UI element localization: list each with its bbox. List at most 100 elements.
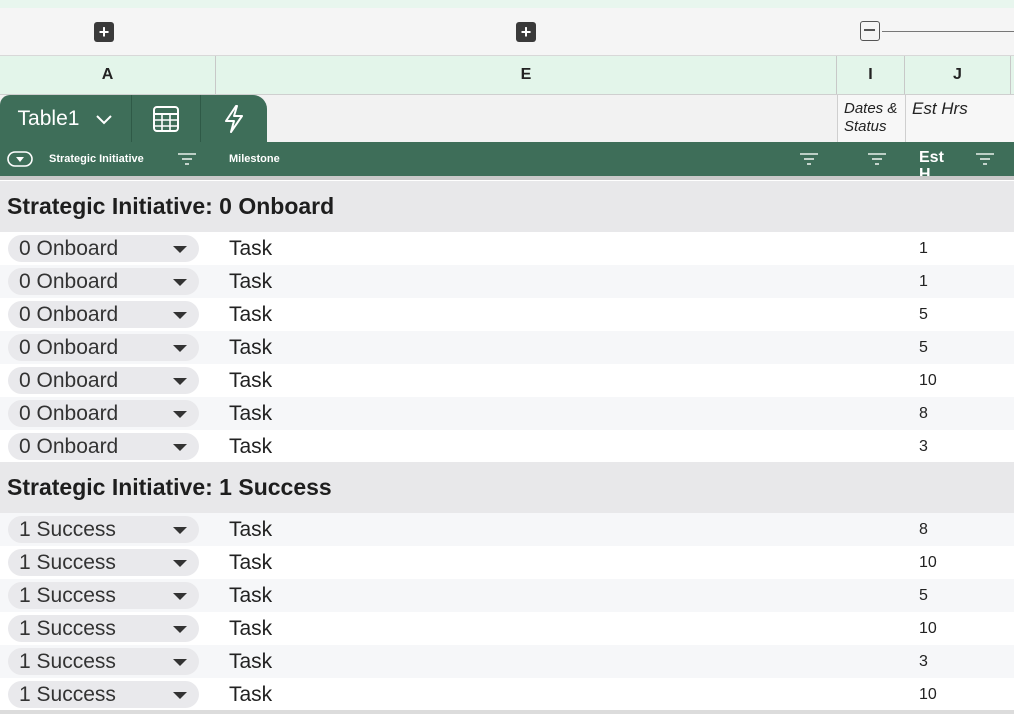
table-row[interactable]: 1 Success Task 5 — [0, 579, 1014, 612]
triangle-down-icon — [173, 527, 187, 534]
initiative-value: 1 Success — [19, 649, 116, 673]
filter-icon[interactable] — [177, 152, 197, 166]
group-header-1-success[interactable]: Strategic Initiative: 1 Success — [0, 462, 1014, 513]
milestone-cell[interactable]: Task — [229, 265, 272, 298]
initiative-select[interactable]: 1 Success — [8, 648, 199, 675]
est-hrs-field-header[interactable]: Est H — [919, 142, 959, 176]
milestone-cell[interactable]: Task — [229, 612, 272, 645]
initiative-select[interactable]: 0 Onboard — [8, 268, 199, 295]
initiative-select[interactable]: 0 Onboard — [8, 334, 199, 361]
est-hrs-cell[interactable]: 10 — [919, 546, 937, 579]
table-row[interactable]: 1 Success Task 10 — [0, 612, 1014, 645]
strategic-initiative-field-header[interactable]: Strategic Initiative — [49, 142, 144, 176]
initiative-select[interactable]: 1 Success — [8, 549, 199, 576]
triangle-down-icon — [173, 560, 187, 567]
table-row[interactable]: 1 Success Task 3 — [0, 645, 1014, 678]
est-hrs-cell[interactable]: 5 — [919, 579, 928, 612]
triangle-down-icon — [173, 246, 187, 253]
table-row[interactable]: 0 Onboard Task 8 — [0, 397, 1014, 430]
initiative-value: 0 Onboard — [19, 302, 119, 326]
column-j-meta-header[interactable]: Est Hrs — [905, 95, 1014, 142]
milestone-cell[interactable]: Task — [229, 645, 272, 678]
est-hrs-field-label: Est H — [919, 149, 944, 176]
est-hrs-cell[interactable]: 10 — [919, 678, 937, 711]
filter-icon[interactable] — [975, 152, 995, 166]
column-letter-a[interactable]: A — [0, 56, 216, 94]
initiative-select[interactable]: 1 Success — [8, 516, 199, 543]
initiative-select[interactable]: 0 Onboard — [8, 367, 199, 394]
est-hrs-cell[interactable]: 8 — [919, 397, 928, 430]
table-row[interactable]: 0 Onboard Task 5 — [0, 331, 1014, 364]
milestone-cell[interactable]: Task — [229, 232, 272, 265]
minus-box-icon — [864, 29, 875, 31]
table-row[interactable]: 0 Onboard Task 10 — [0, 364, 1014, 397]
initiative-select[interactable]: 0 Onboard — [8, 301, 199, 328]
milestone-cell[interactable]: Task — [229, 579, 272, 612]
milestone-cell[interactable]: Task — [229, 397, 272, 430]
dropdown-circle-icon[interactable] — [7, 151, 33, 167]
initiative-select[interactable]: 0 Onboard — [8, 235, 199, 262]
initiative-select[interactable]: 1 Success — [8, 681, 199, 708]
initiative-value: 0 Onboard — [19, 236, 119, 260]
triangle-down-icon — [173, 411, 187, 418]
table-row[interactable]: 0 Onboard Task 5 — [0, 298, 1014, 331]
expand-group-e-button[interactable]: + — [516, 22, 536, 42]
est-hrs-cell[interactable]: 1 — [919, 232, 928, 265]
table-row[interactable]: 1 Success Task 8 — [0, 513, 1014, 546]
initiative-value: 0 Onboard — [19, 368, 119, 392]
column-i-meta-header[interactable]: Dates & Status — [837, 95, 905, 142]
triangle-down-icon — [173, 345, 187, 352]
initiative-select[interactable]: 0 Onboard — [8, 433, 199, 460]
initiative-select[interactable]: 0 Onboard — [8, 400, 199, 427]
filter-icon[interactable] — [867, 152, 887, 166]
collapse-group-i-button[interactable] — [860, 21, 880, 41]
plus-box-icon: + — [520, 22, 532, 42]
table-row[interactable]: 1 Success Task 10 — [0, 678, 1014, 711]
column-letter-e[interactable]: E — [216, 56, 837, 94]
milestone-cell[interactable]: Task — [229, 364, 272, 397]
initiative-select[interactable]: 1 Success — [8, 582, 199, 609]
top-strip — [0, 0, 1014, 8]
est-hrs-cell[interactable]: 10 — [919, 364, 937, 397]
milestone-cell[interactable]: Task — [229, 430, 272, 463]
est-hrs-cell[interactable]: 3 — [919, 430, 928, 463]
milestone-cell[interactable]: Task — [229, 298, 272, 331]
milestone-cell[interactable]: Task — [229, 513, 272, 546]
automations-tab[interactable] — [201, 95, 267, 142]
initiative-value: 0 Onboard — [19, 401, 119, 425]
column-i-meta-label: Dates & Status — [844, 100, 898, 135]
est-hrs-cell[interactable]: 10 — [919, 612, 937, 645]
group-header-0-onboard[interactable]: Strategic Initiative: 0 Onboard — [0, 181, 1014, 232]
milestone-cell[interactable]: Task — [229, 678, 272, 711]
filter-icon[interactable] — [799, 152, 819, 166]
calculator-icon — [153, 105, 179, 132]
table-row[interactable]: 0 Onboard Task 3 — [0, 430, 1014, 463]
est-hrs-cell[interactable]: 3 — [919, 645, 928, 678]
initiative-value: 0 Onboard — [19, 269, 119, 293]
column-letter-i[interactable]: I — [837, 56, 905, 94]
milestone-cell[interactable]: Task — [229, 331, 272, 364]
triangle-down-icon — [173, 312, 187, 319]
table-name-tab[interactable]: Table1 — [0, 95, 131, 142]
initiative-value: 1 Success — [19, 682, 116, 706]
initiative-select[interactable]: 1 Success — [8, 615, 199, 642]
triangle-down-icon — [173, 279, 187, 286]
table-row[interactable]: 0 Onboard Task 1 — [0, 232, 1014, 265]
table-row[interactable]: 1 Success Task 10 — [0, 546, 1014, 579]
column-letter-j[interactable]: J — [905, 56, 1011, 94]
est-hrs-cell[interactable]: 1 — [919, 265, 928, 298]
initiative-value: 1 Success — [19, 583, 116, 607]
initiative-value: 0 Onboard — [19, 434, 119, 458]
field-header-row: Strategic Initiative Milestone Est H — [0, 142, 1014, 180]
milestone-cell[interactable]: Task — [229, 546, 272, 579]
expand-group-a-button[interactable]: + — [94, 22, 114, 42]
est-hrs-cell[interactable]: 8 — [919, 513, 928, 546]
est-hrs-cell[interactable]: 5 — [919, 298, 928, 331]
milestone-field-header[interactable]: Milestone — [229, 142, 280, 176]
est-hrs-cell[interactable]: 5 — [919, 331, 928, 364]
calculations-tab[interactable] — [132, 95, 200, 142]
group-title: Strategic Initiative: 1 Success — [7, 474, 332, 500]
column-group-bar: + + — [0, 8, 1014, 56]
table-row[interactable]: 0 Onboard Task 1 — [0, 265, 1014, 298]
initiative-value: 1 Success — [19, 550, 116, 574]
